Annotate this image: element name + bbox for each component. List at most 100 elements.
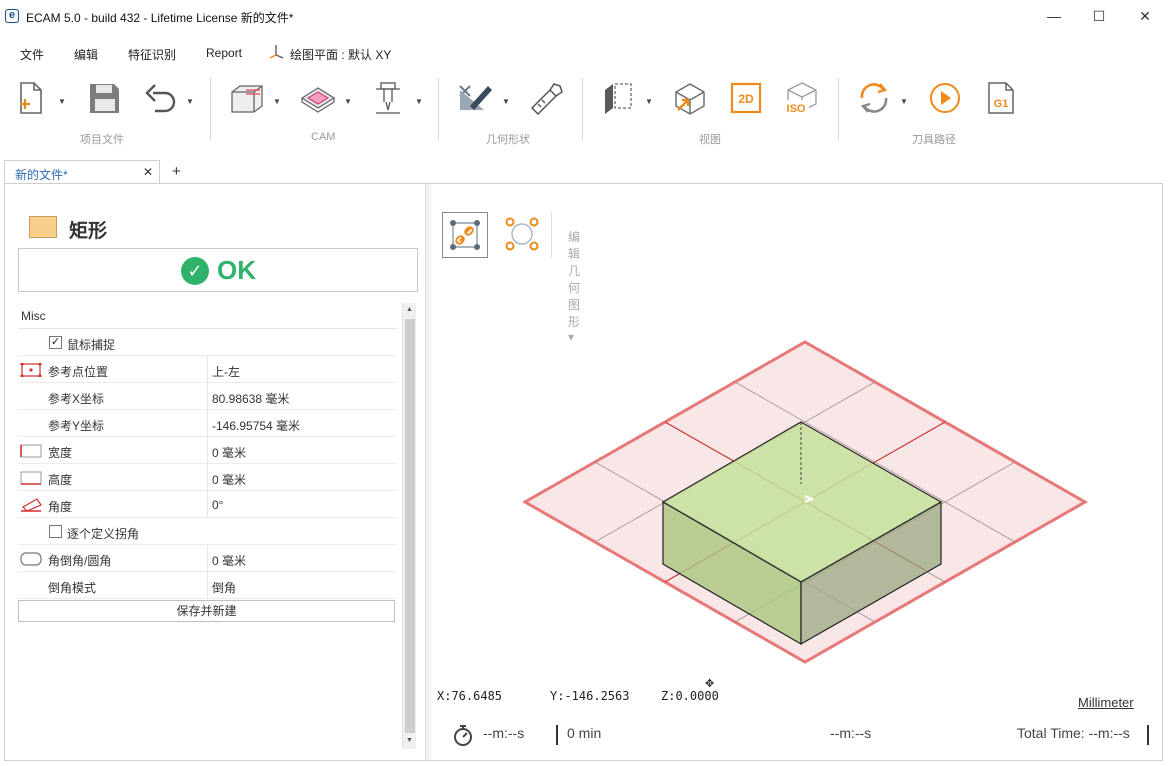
title-bar: e ECAM 5.0 - build 432 - Lifetime Licens… (0, 0, 1168, 32)
property-value[interactable]: -146.95754 毫米 (212, 417, 300, 434)
toolbar-separator (551, 212, 552, 258)
new-file-icon[interactable] (16, 80, 46, 124)
sketch-dropdown-icon[interactable]: ▼ (502, 97, 510, 106)
measure-icon[interactable] (528, 80, 564, 124)
checkmark-icon: ✓ (181, 257, 209, 285)
property-row-angle[interactable]: 角度 0° (18, 491, 397, 518)
machining-icon[interactable] (298, 80, 338, 124)
remaining-time: --m:--s (830, 725, 872, 741)
view-iso-icon[interactable]: ISO (784, 80, 820, 124)
group-label-toolpath: 刀具路径 (912, 134, 956, 146)
section-header-misc: Misc (18, 303, 397, 329)
unit-link[interactable]: Millimeter (1078, 695, 1134, 710)
property-row-fillet[interactable]: 角倒角/圆角 0 毫米 (18, 545, 397, 572)
property-value[interactable]: 80.98638 毫米 (212, 390, 289, 407)
custom-corner-checkbox[interactable] (49, 525, 62, 538)
close-button[interactable]: ✕ (1135, 6, 1155, 26)
ok-button[interactable]: ✓ OK (18, 248, 418, 292)
panel-splitter[interactable] (425, 184, 431, 760)
control-points-icon[interactable] (500, 212, 546, 258)
view-3d-icon[interactable] (672, 80, 708, 124)
rectangle-shape-icon (29, 216, 57, 238)
save-and-new-button[interactable]: 保存并新建 (18, 600, 395, 622)
property-label: 参考点位置 (48, 365, 109, 379)
total-time: Total Time: --m:--s (1017, 725, 1130, 741)
property-value[interactable]: 上-左 (212, 363, 240, 380)
gcode-icon[interactable]: G1 (986, 80, 1016, 124)
save-icon[interactable] (88, 80, 122, 124)
property-row-ref-point[interactable]: 参考点位置 上-左 (18, 356, 397, 383)
ribbon-separator (838, 78, 839, 140)
tab-document[interactable]: 新的文件* ✕ (4, 160, 160, 184)
window-title: ECAM 5.0 - build 432 - Lifetime License … (26, 11, 294, 25)
tool-dropdown-icon[interactable]: ▼ (415, 97, 423, 106)
status-divider (556, 725, 558, 745)
minimize-button[interactable]: — (1044, 6, 1064, 26)
menu-report[interactable]: Report (206, 46, 242, 60)
property-row-width[interactable]: 宽度 0 毫米 (18, 437, 397, 464)
property-label: 参考X坐标 (48, 392, 105, 406)
group-label-geometry: 几何形状 (486, 134, 530, 146)
ribbon-separator (438, 78, 439, 140)
stock-icon[interactable] (228, 80, 266, 124)
undo-dropdown-icon[interactable]: ▼ (186, 97, 194, 106)
property-label: 角倒角/圆角 (48, 554, 112, 568)
link-points-icon[interactable] (442, 212, 488, 258)
property-value[interactable]: 0 毫米 (212, 552, 246, 569)
panel-scrollbar[interactable]: ▲ ▼ (402, 303, 416, 749)
status-bar: --m:--s 0 min --m:--s Total Time: --m:--… (5, 719, 1162, 749)
property-value[interactable]: 0 毫米 (212, 444, 246, 461)
property-label: 参考Y坐标 (48, 419, 105, 433)
view-dropdown-icon[interactable]: ▼ (645, 97, 653, 106)
property-row-ref-x[interactable]: 参考X坐标 80.98638 毫米 (18, 383, 397, 410)
property-row-chamfer-mode[interactable]: 倒角模式 倒角 (18, 572, 397, 599)
tool-icon[interactable] (372, 80, 406, 124)
property-row-ref-y[interactable]: 参考Y坐标 -146.95754 毫米 (18, 410, 397, 437)
menu-edit[interactable]: 编辑 (74, 46, 98, 63)
new-file-dropdown-icon[interactable]: ▼ (58, 97, 66, 106)
app-logo-icon: e (5, 9, 19, 23)
maximize-button[interactable]: ☐ (1089, 6, 1109, 26)
machining-time: --m:--s (483, 725, 525, 741)
menu-feature-recognition[interactable]: 特征识别 (128, 46, 176, 63)
add-tab-button[interactable]: + (172, 163, 181, 180)
property-divider (207, 410, 208, 437)
shape-title: 矩形 (69, 221, 108, 242)
svg-text:2D: 2D (738, 92, 754, 106)
ok-label: OK (217, 255, 256, 285)
machining-dropdown-icon[interactable]: ▼ (344, 97, 352, 106)
axis-icon (268, 43, 286, 64)
property-value[interactable]: 0° (212, 498, 223, 512)
snap-checkbox[interactable]: ✓ (49, 336, 62, 349)
property-label: 宽度 (48, 446, 73, 460)
undo-icon[interactable] (143, 80, 177, 124)
coord-z: Z:0.0000 (661, 689, 719, 703)
property-divider (207, 491, 208, 518)
scroll-thumb[interactable] (405, 319, 415, 733)
menu-drawing-plane[interactable]: 绘图平面 : 默认 XY (290, 46, 391, 63)
property-divider (207, 464, 208, 491)
property-divider (207, 356, 208, 383)
angle-icon (20, 498, 42, 512)
stock-dropdown-icon[interactable]: ▼ (273, 97, 281, 106)
sketch-icon[interactable] (456, 80, 494, 124)
regenerate-icon[interactable] (856, 80, 892, 124)
regenerate-dropdown-icon[interactable]: ▼ (900, 97, 908, 106)
tab-close-icon[interactable]: ✕ (143, 165, 153, 179)
menu-file[interactable]: 文件 (20, 46, 44, 63)
property-divider (207, 437, 208, 464)
property-value[interactable]: 0 毫米 (212, 471, 246, 488)
scroll-up-icon[interactable]: ▲ (403, 303, 416, 317)
snap-label: 鼠标捕捉 (67, 338, 116, 352)
machining-minutes: 0 min (567, 725, 602, 741)
group-label-view: 视图 (699, 134, 721, 146)
viewport-canvas[interactable] (433, 304, 1162, 684)
property-value[interactable]: 倒角 (212, 579, 236, 596)
property-row-custom-corner: 逐个定义拐角 (18, 518, 397, 545)
simulate-icon[interactable] (928, 80, 962, 124)
property-row-height[interactable]: 高度 0 毫米 (18, 464, 397, 491)
property-divider (207, 545, 208, 572)
view-2d-icon[interactable]: 2D (730, 80, 762, 124)
svg-text:ISO: ISO (787, 103, 806, 115)
side-view-icon[interactable] (601, 80, 639, 124)
